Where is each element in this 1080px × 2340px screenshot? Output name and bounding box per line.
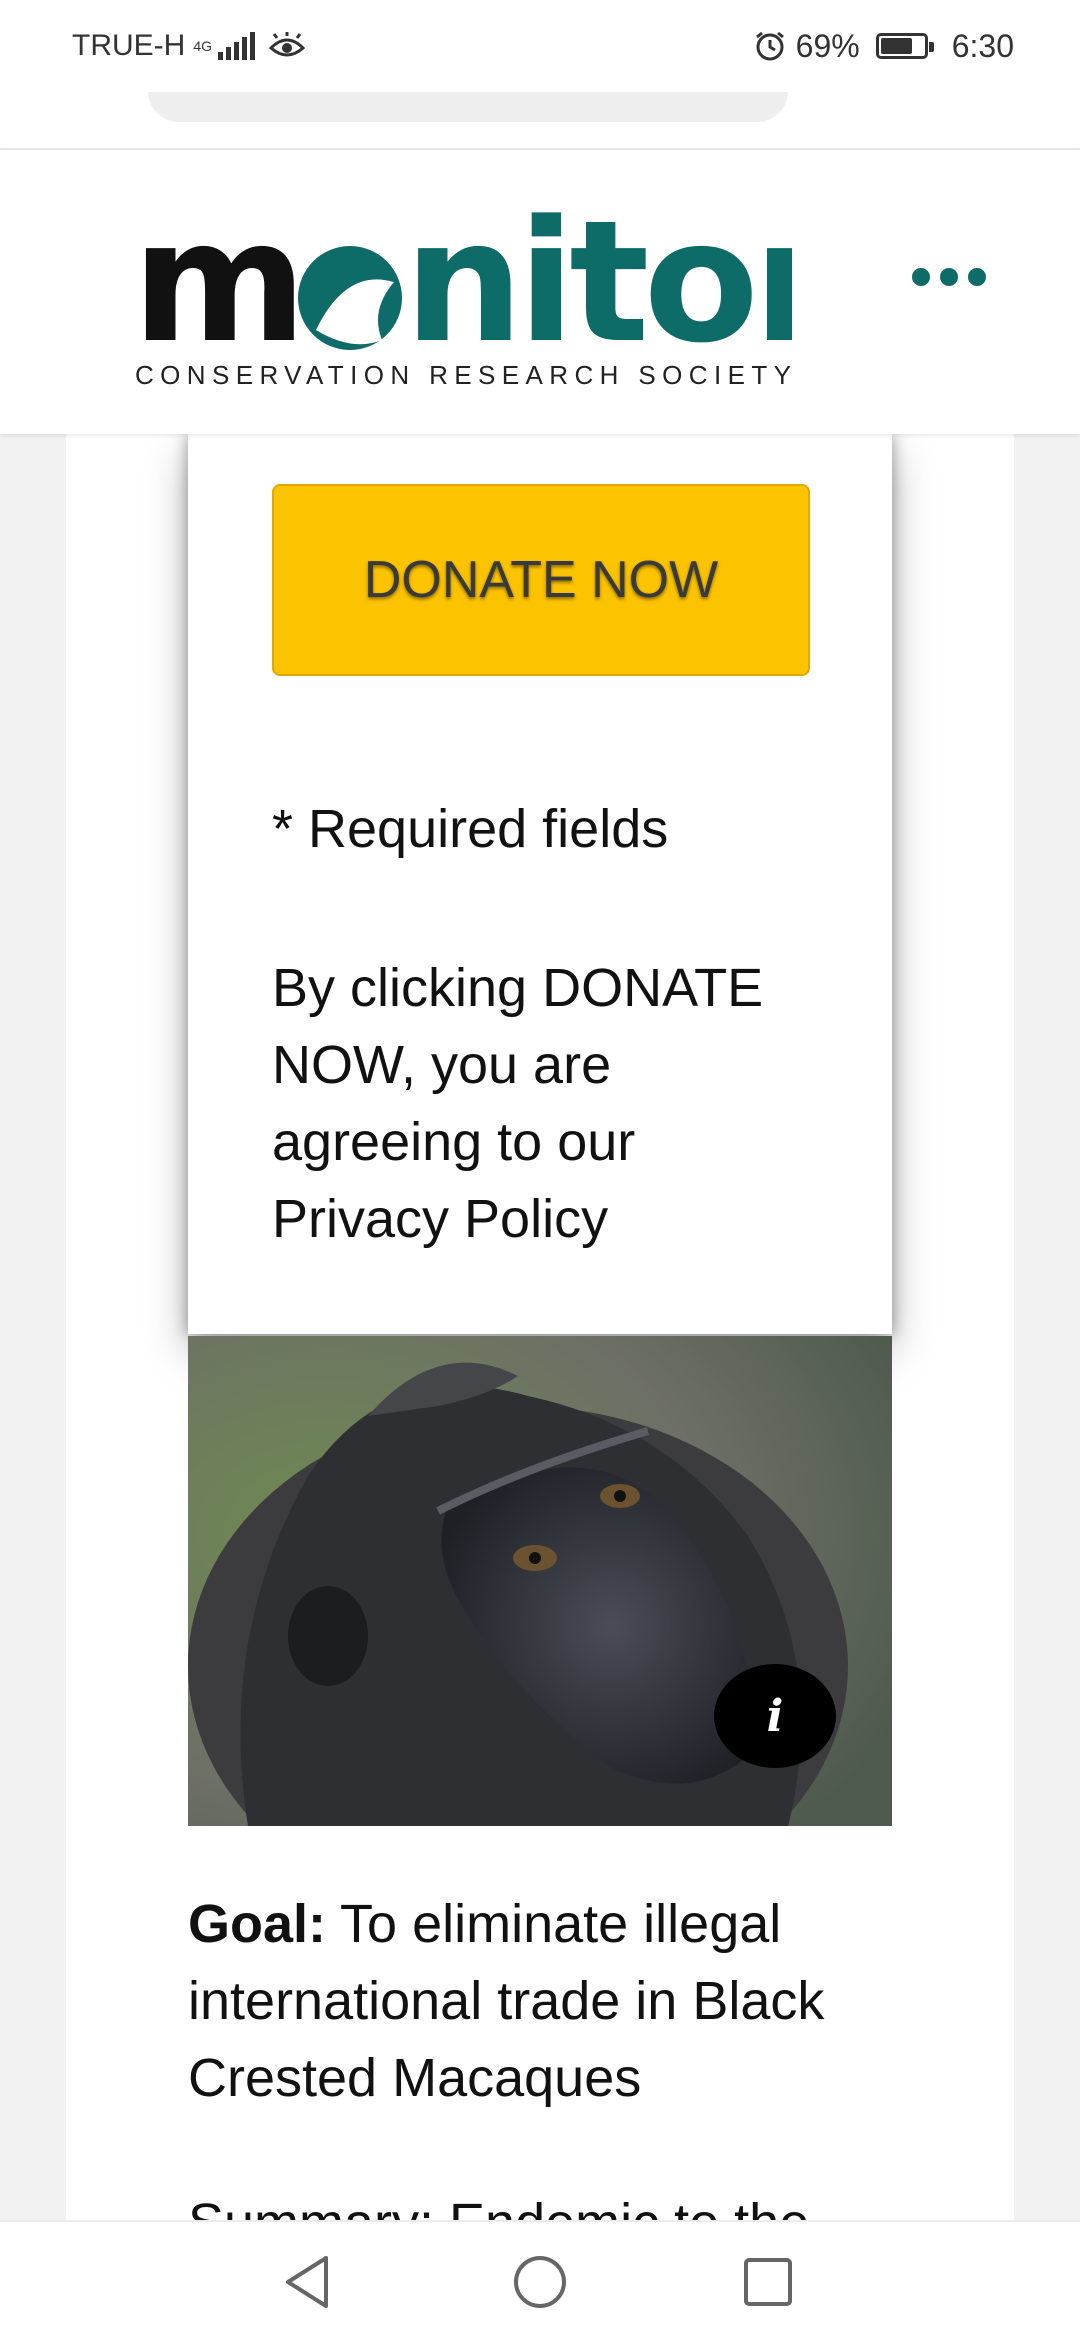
status-right: 69% 6:30 bbox=[754, 24, 1014, 68]
info-icon[interactable]: i bbox=[714, 1664, 836, 1768]
battery-icon bbox=[875, 33, 934, 59]
required-fields-note: * Required fields bbox=[272, 799, 669, 859]
status-left: TRUE-H 4G bbox=[72, 24, 306, 68]
home-icon[interactable] bbox=[504, 2246, 576, 2318]
privacy-agreement-text: By clicking DONATE NOW, you are agreeing… bbox=[272, 958, 764, 1249]
svg-text:nitor: nitor bbox=[404, 190, 792, 380]
carrier-label: TRUE-H bbox=[72, 29, 186, 62]
signal-icon bbox=[218, 32, 256, 60]
goal-label: Goal: bbox=[188, 1894, 327, 1954]
network-type: 4G bbox=[193, 39, 212, 53]
battery-percent: 69% bbox=[795, 27, 860, 64]
eye-comfort-icon bbox=[269, 32, 306, 60]
donate-now-button[interactable]: DONATE NOW bbox=[272, 484, 810, 676]
logo-tagline: CONSERVATION RESEARCH SOCIETY bbox=[135, 360, 798, 390]
clock: 6:30 bbox=[951, 27, 1014, 64]
goal-text: Goal: To eliminate illegal international… bbox=[188, 1886, 892, 2117]
svg-text:m: m bbox=[132, 190, 301, 380]
back-icon[interactable] bbox=[272, 2246, 344, 2318]
more-dots-icon bbox=[912, 268, 930, 286]
network-label: 4G bbox=[193, 38, 213, 54]
navigation-bar bbox=[0, 2220, 1080, 2340]
status-bar: TRUE-H 4G 69% 6:30 bbox=[0, 0, 1080, 92]
recents-icon[interactable] bbox=[732, 2246, 804, 2318]
summary-text-partial: Summary: Endemic to the bbox=[188, 2192, 809, 2220]
menu-dot bbox=[968, 268, 986, 286]
site-header: m nitor CONSERVATION RESEARCH SOCIETY bbox=[0, 148, 1080, 434]
menu-dot bbox=[940, 268, 958, 286]
more-menu-button[interactable] bbox=[912, 268, 986, 286]
alarm-icon bbox=[754, 30, 786, 62]
